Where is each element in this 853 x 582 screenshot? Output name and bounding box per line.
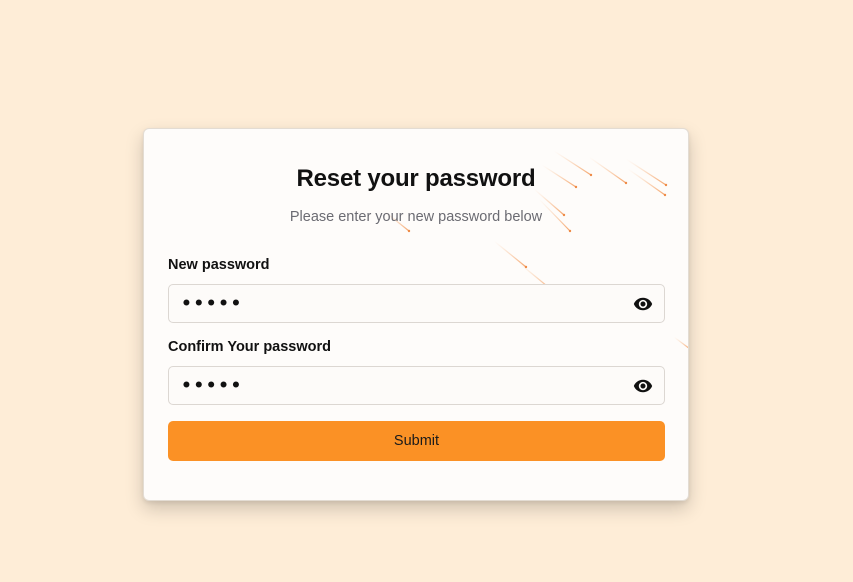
reset-password-card: Reset your password Please enter your ne… xyxy=(143,128,689,501)
eye-icon[interactable] xyxy=(632,294,654,314)
new-password-label: New password xyxy=(168,257,270,273)
new-password-field[interactable]: ••••• xyxy=(168,284,665,323)
confirm-password-field[interactable]: ••••• xyxy=(168,366,665,405)
page-subtitle: Please enter your new password below xyxy=(289,209,543,225)
confirm-password-label: Confirm Your password xyxy=(168,339,332,355)
new-password-value: ••••• xyxy=(181,294,243,314)
page-title: Reset your password xyxy=(296,165,536,192)
confirm-password-value: ••••• xyxy=(181,376,243,396)
eye-icon[interactable] xyxy=(632,376,654,396)
submit-button[interactable]: Submit xyxy=(168,421,665,461)
